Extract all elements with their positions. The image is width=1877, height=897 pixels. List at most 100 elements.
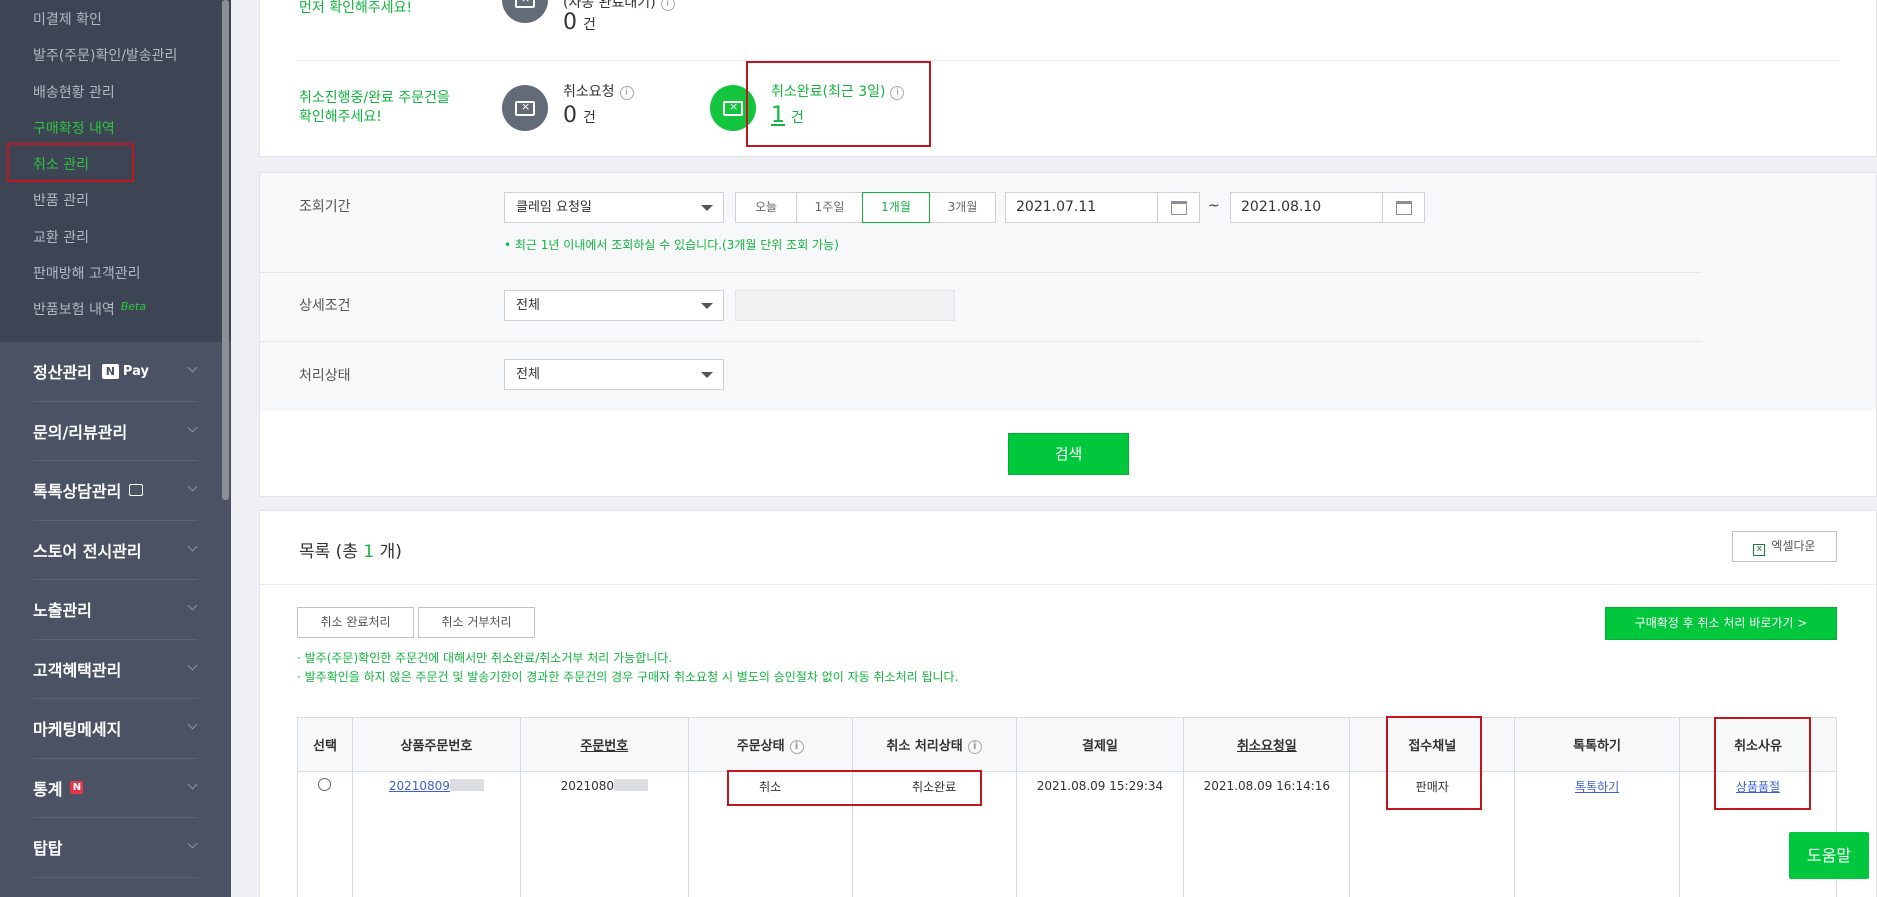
sidebar-item-return-manage[interactable]: 반품 관리: [0, 185, 231, 221]
sidebar-scrollbar[interactable]: [222, 0, 229, 500]
cancel-complete-button[interactable]: 취소 완료처리: [297, 607, 414, 638]
excel-download-button[interactable]: x 엑셀다운: [1732, 531, 1837, 562]
masked-text: [449, 779, 484, 792]
status-label: 처리상태: [299, 368, 351, 384]
detail-condition-select[interactable]: 전체: [504, 290, 724, 321]
dropdown-arrow-icon: [701, 372, 713, 378]
info-icon[interactable]: i: [967, 740, 982, 754]
summary-top-value: 0건: [563, 10, 596, 35]
divider: [298, 60, 1838, 61]
select-value: 클레임 요청일: [516, 200, 592, 215]
select-cell: [297, 771, 353, 801]
highlight-box: [727, 770, 982, 806]
column-header-label: 취소 처리상태: [886, 739, 963, 754]
chevron-down-icon: [187, 422, 198, 432]
sidebar-item-stats[interactable]: 통계 N: [33, 759, 198, 818]
sidebar-item-label: 탑탑: [33, 839, 63, 859]
period-help-text: • 최근 1년 이내에서 조회하실 수 있습니다.(3개월 단위 조회 가능): [504, 238, 839, 252]
sidebar-item-exposure[interactable]: 노출관리: [33, 580, 198, 640]
date-to-input[interactable]: 2021.08.10: [1230, 192, 1425, 223]
chevron-down-icon: [187, 481, 198, 492]
npay-label: Pay: [122, 363, 149, 379]
unit-label: 건: [583, 17, 596, 33]
sidebar-item-label: 고객혜택관리: [33, 660, 122, 680]
sidebar-item-exchange-manage[interactable]: 교환 관리: [0, 222, 231, 258]
highlight-box: [746, 61, 931, 147]
detail-label: 상세조건: [299, 298, 351, 314]
divider: [260, 341, 1702, 342]
column-header[interactable]: 주문번호: [519, 717, 689, 772]
date-range-separator: ~: [1208, 198, 1220, 214]
calendar-button[interactable]: [1382, 193, 1424, 222]
table-empty-area: [297, 800, 1837, 897]
hourglass-icon: [502, 0, 548, 23]
sidebar-item-settlement[interactable]: 정산관리 N Pay: [33, 342, 198, 402]
help-button[interactable]: 도움말: [1789, 832, 1869, 879]
sidebar-item-blocked-customers[interactable]: 판매방해 고객관리: [0, 258, 231, 294]
purchase-confirm-cancel-shortcut-button[interactable]: 구매확정 후 취소 처리 바로가기 >: [1605, 607, 1837, 640]
cancel-request-count: 0: [563, 103, 577, 128]
sidebar-item-label: 통계: [33, 779, 63, 799]
chat-icon: [129, 484, 144, 497]
order-no-text: 2021080: [560, 779, 615, 794]
sidebar-item-return-insurance[interactable]: 반품보험 내역 Beta: [0, 294, 231, 330]
sidebar-item-delivery-status[interactable]: 배송현황 관리: [0, 77, 231, 113]
cancel-reject-button[interactable]: 취소 거부처리: [418, 607, 535, 638]
search-button[interactable]: 검색: [1008, 433, 1129, 475]
excel-icon: x: [1753, 544, 1766, 556]
sidebar-item-benefits[interactable]: 고객혜택관리: [33, 640, 198, 699]
npay-n-icon: N: [101, 363, 119, 379]
sidebar-item-taptap[interactable]: 탑탑: [33, 818, 198, 878]
sidebar-item-store-display[interactable]: 스토어 전시관리: [33, 521, 198, 580]
sidebar-item-order-confirm[interactable]: 발주(주문)확인/발송관리: [0, 40, 231, 76]
row-select-radio[interactable]: [318, 778, 332, 792]
npay-logo: N Pay: [101, 363, 149, 379]
cancel-request-label: 취소요청 i: [563, 81, 634, 101]
sidebar-item-marketing[interactable]: 마케팅메세지: [33, 699, 198, 759]
talk-cell: 톡톡하기: [1514, 771, 1681, 801]
sidebar-item-unpaid[interactable]: 미결제 확인: [0, 4, 231, 40]
period-today-button[interactable]: 오늘: [735, 192, 797, 223]
guide-line: 확인해주세요!: [299, 109, 382, 125]
column-header: 상품주문번호: [351, 717, 521, 772]
list-title-prefix: 목록 (총: [299, 542, 364, 562]
cancel-request-value: 0건: [563, 103, 596, 128]
new-badge: N: [70, 781, 84, 795]
chevron-down-icon: [187, 719, 198, 730]
period-type-select[interactable]: 클레임 요청일: [504, 192, 724, 223]
period-3month-button[interactable]: 3개월: [929, 192, 996, 223]
sidebar-item-label: 정산관리: [33, 363, 92, 383]
list-title-suffix: 개): [374, 542, 402, 562]
column-header[interactable]: 취소요청일: [1183, 717, 1351, 772]
table-row: 20210809 2021080 취소 취소완료 2021.08.09 15:2…: [297, 771, 1837, 801]
excel-download-label: 엑셀다운: [1771, 539, 1816, 553]
info-icon[interactable]: i: [619, 86, 634, 100]
paid-at-cell: 2021.08.09 15:29:34: [1015, 771, 1185, 801]
column-header: 주문상태 i: [687, 717, 853, 772]
info-icon[interactable]: i: [789, 740, 804, 754]
highlight-box: [7, 143, 134, 182]
period-1month-button[interactable]: 1개월: [862, 192, 930, 223]
cancel-request-icon: [502, 85, 548, 131]
date-from-input[interactable]: 2021.07.11: [1005, 192, 1200, 223]
status-select[interactable]: 전체: [504, 359, 724, 390]
chevron-down-icon: [187, 362, 198, 373]
period-buttons: 오늘 1주일 1개월 3개월: [735, 192, 996, 223]
chevron-down-icon: [187, 541, 198, 551]
list-count: 1: [363, 542, 375, 562]
chevron-down-icon: [187, 838, 198, 849]
info-icon[interactable]: i: [660, 0, 675, 11]
sidebar-item-talktalk[interactable]: 톡톡상담관리: [33, 461, 198, 521]
calendar-icon: [1395, 200, 1412, 215]
sidebar-item-label: 톡톡상담관리: [33, 482, 122, 502]
detail-keyword-input[interactable]: [735, 290, 955, 321]
calendar-button[interactable]: [1157, 193, 1199, 222]
talktalk-link[interactable]: 톡톡하기: [1575, 780, 1619, 794]
sidebar-item-label: 문의/리뷰관리: [33, 422, 128, 442]
column-header: 결제일: [1015, 717, 1185, 772]
product-order-no-link[interactable]: 20210809: [389, 779, 450, 793]
sidebar-item-inquiry-review[interactable]: 문의/리뷰관리: [33, 402, 198, 461]
period-1week-button[interactable]: 1주일: [796, 192, 863, 223]
cancel-list-table: 선택 상품주문번호 주문번호 주문상태 i 취소 처리상태 i 결제일 취소요청일 …: [297, 717, 1837, 897]
date-from-value: 2021.07.11: [1016, 199, 1097, 215]
